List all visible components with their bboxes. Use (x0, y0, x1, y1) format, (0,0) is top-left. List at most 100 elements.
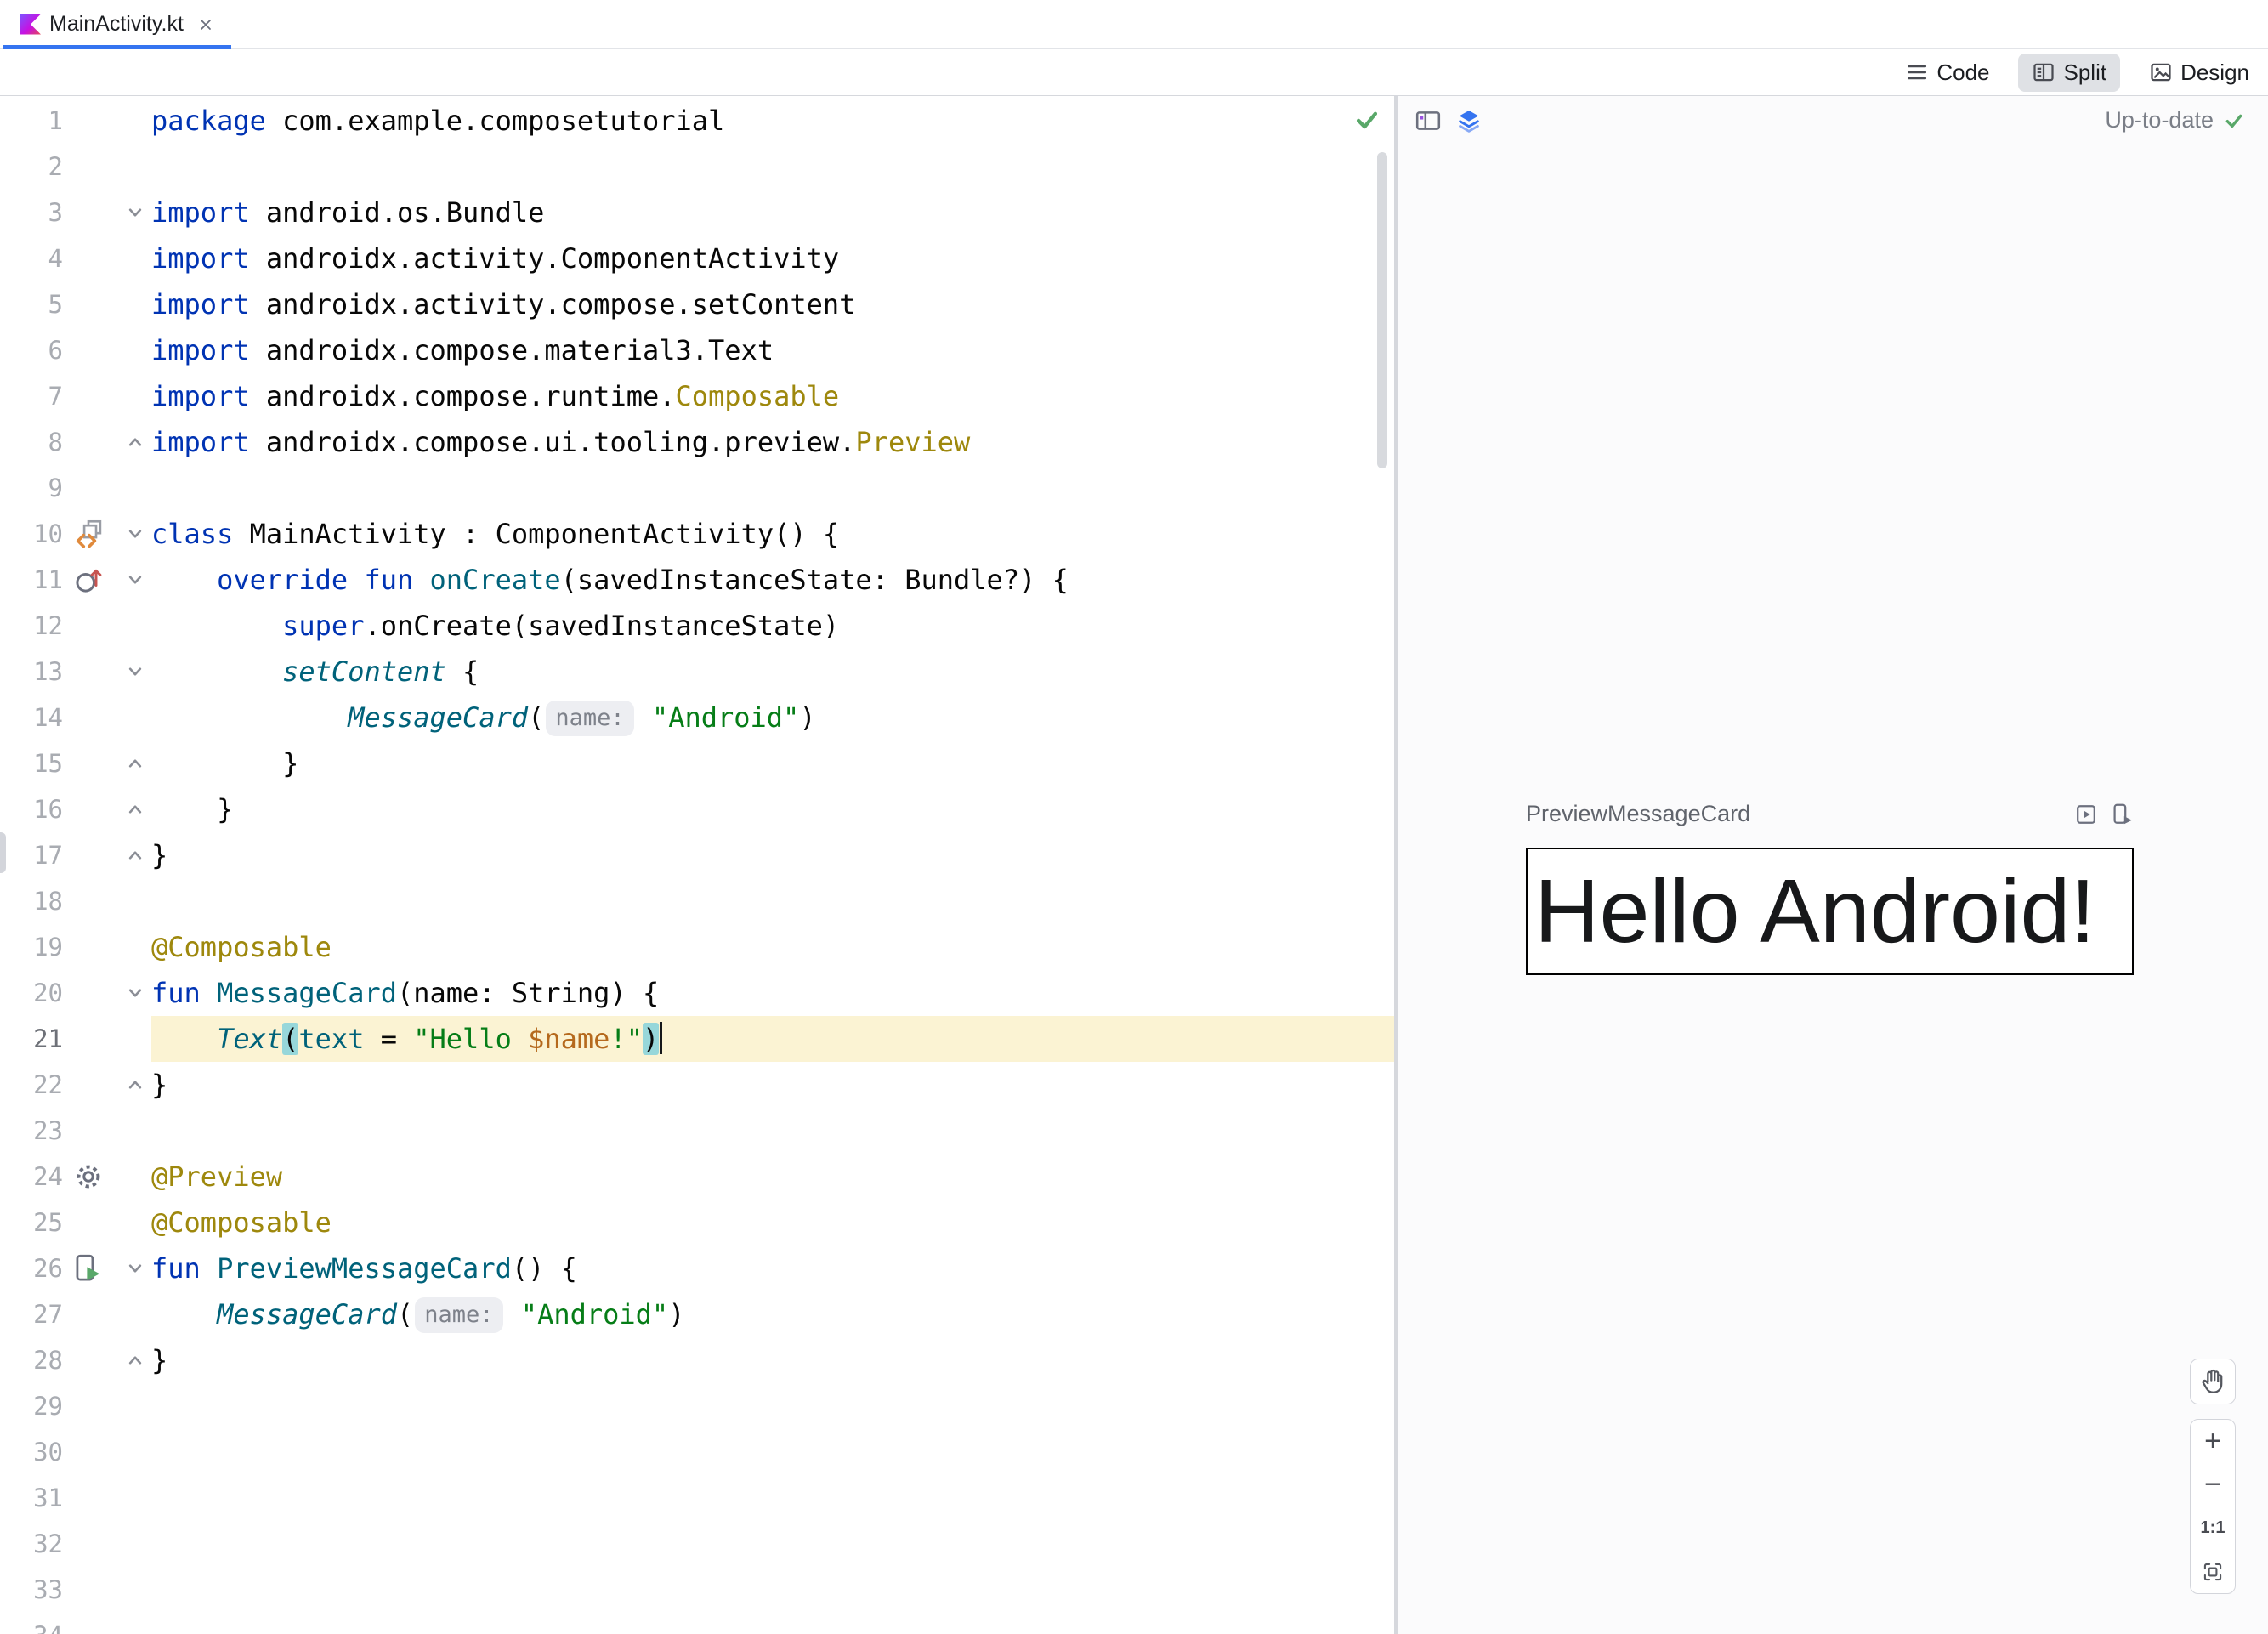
override-method-icon[interactable] (73, 565, 104, 595)
code-line[interactable]: import androidx.compose.material3.Text (151, 327, 1394, 373)
split-view-button[interactable]: Split (2018, 53, 2121, 92)
status-check-icon (2222, 109, 2246, 133)
inspection-check-icon[interactable] (1352, 105, 1382, 135)
editor-line: 5 import androidx.activity.compose.setCon… (0, 281, 1394, 327)
preview-canvas[interactable]: PreviewMessageCard Hello Android! + − 1:… (1398, 145, 2268, 1634)
code-area[interactable]: 1 package com.example.composetutorial 2 3 im… (0, 96, 1394, 1634)
fold-marker-up[interactable] (124, 798, 146, 820)
line-number: 18 (33, 887, 63, 916)
left-stripe-handle[interactable] (0, 832, 6, 873)
code-line[interactable]: setContent { (151, 649, 1394, 695)
code-line[interactable]: package com.example.composetutorial (151, 98, 1394, 144)
code-token: androidx.compose.runtime. (249, 380, 676, 412)
parameter-hint-pill[interactable]: name: (415, 1297, 503, 1333)
fold-marker-up[interactable] (124, 752, 146, 774)
code-line[interactable]: } (151, 1337, 1394, 1383)
run-on-device-icon[interactable] (2110, 803, 2134, 826)
code-token: MainActivity : ComponentActivity() { (233, 518, 840, 550)
preview-card-title[interactable]: PreviewMessageCard (1526, 801, 2062, 827)
editor-line: 9 (0, 465, 1394, 511)
code-line[interactable]: fun PreviewMessageCard() { (151, 1245, 1394, 1291)
line-number: 3 (48, 198, 63, 227)
preview-frame[interactable]: Hello Android! (1526, 848, 2134, 975)
code-line[interactable]: @Composable (151, 1200, 1394, 1245)
code-token: () { (511, 1252, 577, 1285)
preview-card-header: PreviewMessageCard (1526, 801, 2134, 827)
fold-marker-up[interactable] (124, 844, 146, 866)
editor-scrollbar[interactable] (1377, 152, 1387, 468)
code-token: @Preview (151, 1160, 283, 1193)
close-icon[interactable] (197, 16, 214, 33)
fold-marker-up[interactable] (124, 1074, 146, 1096)
code-line[interactable]: } (151, 832, 1394, 878)
fold-gutter (119, 523, 151, 545)
related-files-icon[interactable] (73, 519, 104, 549)
code-line[interactable]: import androidx.compose.ui.tooling.previ… (151, 419, 1394, 465)
fold-marker-down[interactable] (124, 201, 146, 224)
zoom-in-button[interactable]: + (2191, 1420, 2235, 1463)
code-view-button[interactable]: Code (1905, 54, 1989, 92)
line-number: 10 (33, 519, 63, 548)
code-line[interactable]: @Preview (151, 1154, 1394, 1200)
code-line[interactable]: import androidx.activity.compose.setCont… (151, 281, 1394, 327)
zoom-fit-button[interactable] (2191, 1550, 2235, 1593)
fold-gutter (119, 1074, 151, 1096)
interactive-preview-icon[interactable] (2074, 803, 2098, 826)
code-line[interactable]: import androidx.compose.runtime.Composab… (151, 373, 1394, 419)
code-token: import (151, 380, 250, 412)
zoom-actual-button[interactable]: 1:1 (2191, 1506, 2235, 1550)
fold-marker-down[interactable] (124, 1257, 146, 1279)
gear-icon[interactable] (73, 1161, 104, 1192)
line-number: 16 (33, 795, 63, 824)
fold-marker-up[interactable] (124, 431, 146, 453)
code-token: onCreate (429, 564, 561, 596)
code-line[interactable]: import android.os.Bundle (151, 190, 1394, 235)
code-token: } (151, 839, 168, 871)
fold-marker-down[interactable] (124, 982, 146, 1004)
code-token: fun (364, 564, 414, 596)
code-token: !" (610, 1023, 643, 1055)
design-view-icon (2149, 60, 2173, 84)
run-preview-icon[interactable] (73, 1253, 104, 1284)
code-line[interactable]: fun MessageCard(name: String) { (151, 970, 1394, 1016)
design-view-label: Design (2180, 59, 2249, 85)
zoom-out-button[interactable]: − (2191, 1463, 2235, 1506)
parameter-hint-pill[interactable]: name: (546, 701, 634, 736)
code-token: MessageCard (217, 1298, 397, 1330)
code-line[interactable]: class MainActivity : ComponentActivity()… (151, 511, 1394, 557)
code-token: androidx.compose.ui.tooling.preview. (249, 426, 856, 458)
code-token: import (151, 196, 250, 229)
code-line[interactable]: MessageCard(name: "Android") (151, 1291, 1394, 1337)
preview-status: Up-to-date (2105, 107, 2246, 133)
code-line[interactable]: @Composable (151, 924, 1394, 970)
fold-marker-up[interactable] (124, 1349, 146, 1371)
code-line[interactable]: } (151, 740, 1394, 786)
ui-check-icon[interactable] (1415, 107, 1442, 134)
code-editor[interactable]: 1 package com.example.composetutorial 2 3 im… (0, 96, 1394, 1634)
fold-marker-down[interactable] (124, 523, 146, 545)
code-line[interactable]: } (151, 786, 1394, 832)
fold-marker-down[interactable] (124, 569, 146, 591)
editor-line: 21 Text(text = "Hello $name!") (0, 1016, 1394, 1062)
line-number: 12 (33, 611, 63, 640)
code-line[interactable]: Text(text = "Hello $name!") (151, 1016, 1394, 1062)
line-number: 23 (33, 1116, 63, 1145)
code-line[interactable]: MessageCard(name: "Android") (151, 695, 1394, 740)
preview-text: Hello Android! (1534, 860, 2095, 962)
code-line[interactable]: import androidx.activity.ComponentActivi… (151, 235, 1394, 281)
pan-button[interactable] (2190, 1359, 2236, 1404)
design-view-button[interactable]: Design (2149, 54, 2249, 92)
fold-marker-down[interactable] (124, 661, 146, 683)
editor-tab-bar: MainActivity.kt (0, 0, 2268, 49)
code-line[interactable]: override fun onCreate(savedInstanceState… (151, 557, 1394, 603)
tab-mainactivity[interactable]: MainActivity.kt (3, 0, 231, 49)
layers-icon[interactable] (1455, 107, 1483, 134)
code-token: } (151, 1344, 168, 1376)
text-caret (660, 1022, 663, 1054)
code-line[interactable]: } (151, 1062, 1394, 1108)
split-view-label: Split (2063, 59, 2107, 85)
editor-line: 2 (0, 144, 1394, 190)
code-line[interactable]: super.onCreate(savedInstanceState) (151, 603, 1394, 649)
